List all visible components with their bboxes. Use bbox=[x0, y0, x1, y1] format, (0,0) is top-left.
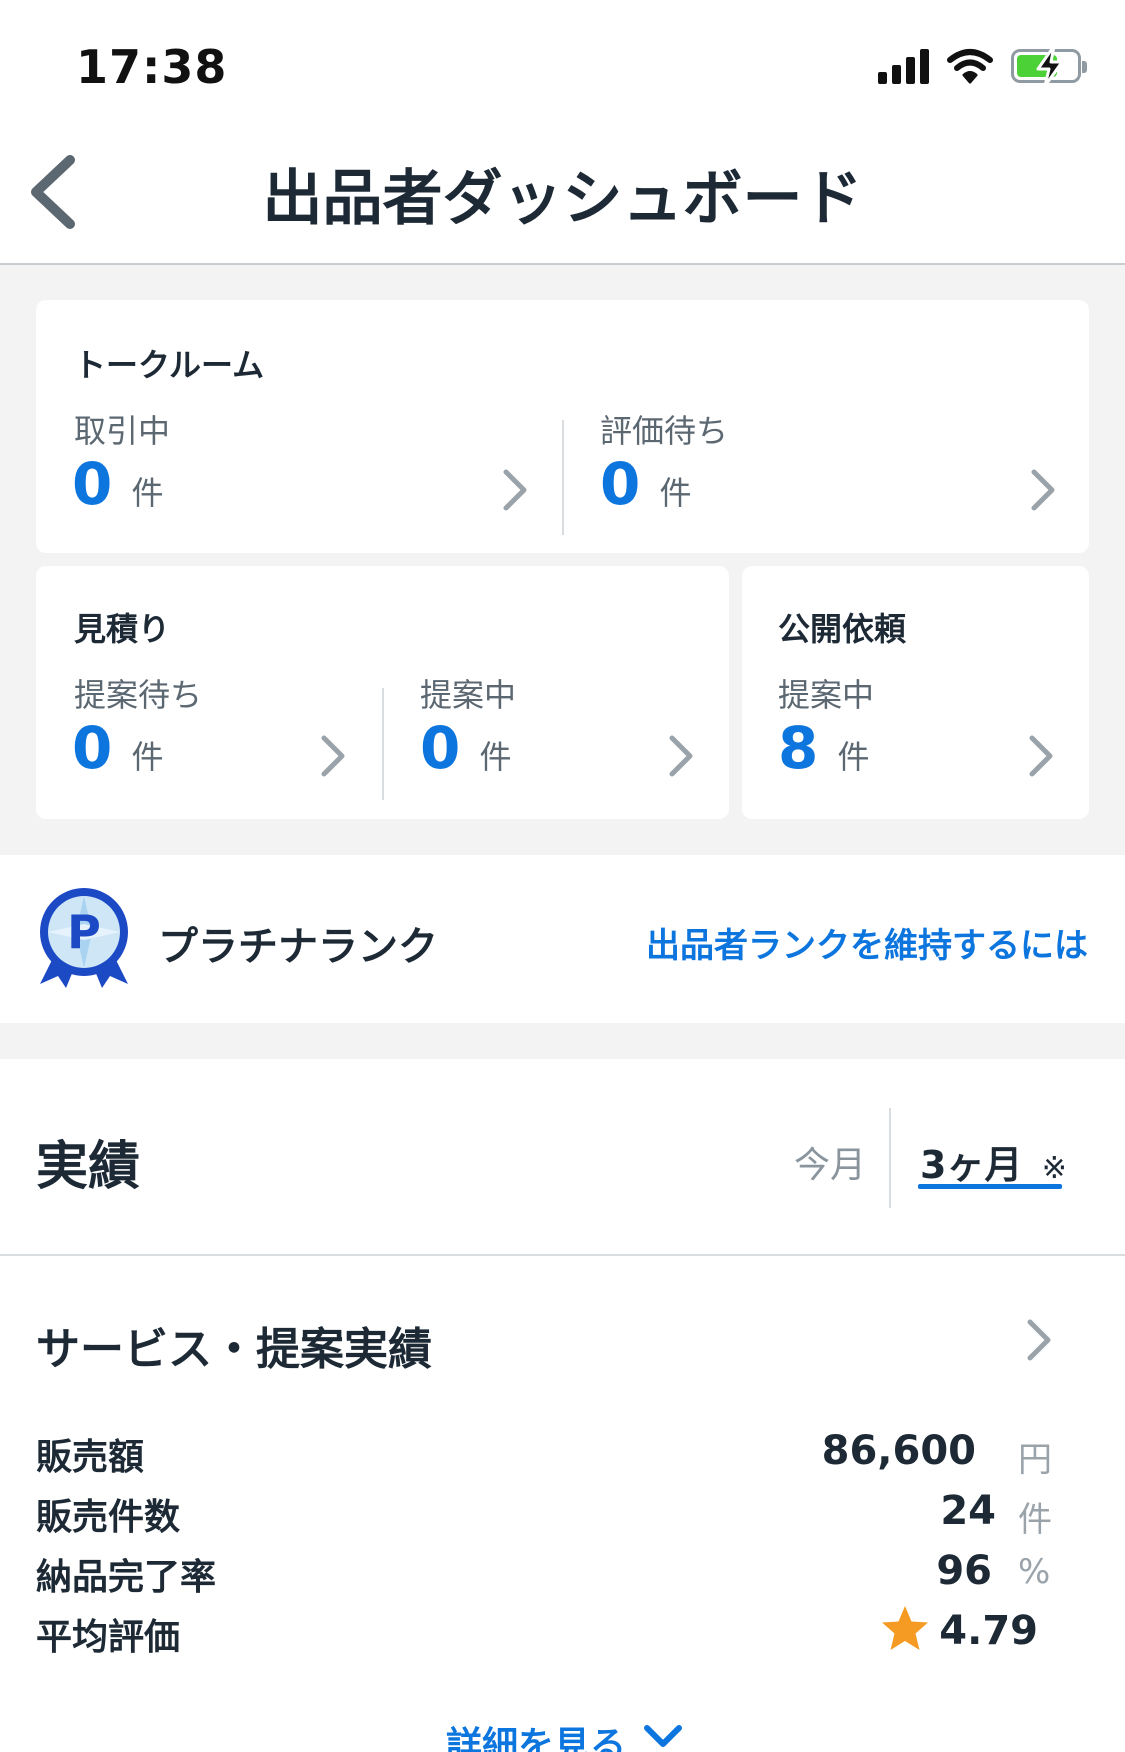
stat-sales-count-unit: 件 bbox=[1018, 1500, 1052, 1540]
talkroom-in-progress-link[interactable]: 取引中 0 件 bbox=[36, 400, 562, 550]
chevron-right-icon bbox=[1031, 469, 1055, 511]
estimate-awaiting-proposal-count: 0 件 bbox=[72, 714, 163, 782]
show-details-link[interactable]: 詳細を見る bbox=[446, 1716, 626, 1752]
count-unit: 件 bbox=[837, 738, 870, 776]
talkroom-title: トークルーム bbox=[74, 346, 265, 384]
talkroom-awaiting-review-link[interactable]: 評価待ち 0 件 bbox=[564, 400, 1089, 550]
count-number: 0 bbox=[600, 450, 641, 518]
public-request-title: 公開依頼 bbox=[778, 610, 907, 648]
count-unit: 件 bbox=[131, 474, 164, 512]
count-number: 0 bbox=[72, 450, 113, 518]
tab-three-months-note-mark: ※ bbox=[1041, 1151, 1067, 1186]
estimate-title: 見積り bbox=[74, 610, 171, 648]
status-time: 17:38 bbox=[76, 40, 228, 94]
platinum-rank-badge-icon: P bbox=[40, 888, 128, 988]
talkroom-awaiting-review-label: 評価待ち bbox=[600, 412, 729, 450]
estimate-proposing-link[interactable]: 提案中 0 件 bbox=[384, 666, 729, 816]
talkroom-in-progress-label: 取引中 bbox=[74, 412, 171, 450]
talkroom-awaiting-review-count: 0 件 bbox=[600, 450, 691, 518]
chevron-right-icon bbox=[503, 469, 527, 511]
results-divider bbox=[0, 1254, 1125, 1256]
rank-label: プラチナランク bbox=[158, 924, 438, 970]
stat-average-rating-value: 4.79 bbox=[939, 1608, 1038, 1654]
estimate-awaiting-proposal-link[interactable]: 提案待ち 0 件 bbox=[36, 666, 382, 816]
page-title: 出品者ダッシュボード bbox=[262, 164, 863, 234]
results-title: 実績 bbox=[36, 1137, 141, 1197]
stat-sales-count-value: 24 bbox=[940, 1488, 996, 1534]
chevron-right-icon bbox=[321, 735, 345, 777]
tab-divider bbox=[889, 1108, 891, 1208]
tab-this-month[interactable]: 今月 bbox=[794, 1136, 866, 1188]
wifi-icon bbox=[947, 49, 993, 84]
count-unit: 件 bbox=[479, 738, 512, 776]
status-icons bbox=[878, 44, 1087, 88]
count-unit: 件 bbox=[131, 738, 164, 776]
svg-text:P: P bbox=[67, 905, 101, 959]
estimate-awaiting-proposal-label: 提案待ち bbox=[74, 676, 203, 714]
service-results-title: サービス・提案実績 bbox=[36, 1324, 432, 1375]
count-number: 0 bbox=[72, 714, 113, 782]
public-request-proposing-label: 提案中 bbox=[778, 676, 875, 714]
rank-maintain-link[interactable]: 出品者ランクを維持するには bbox=[646, 918, 1088, 967]
stat-sales-amount-value: 86,600 bbox=[821, 1428, 976, 1474]
tab-three-months[interactable]: 3ヶ月 ※ bbox=[920, 1134, 1067, 1189]
public-request-proposing-count: 8 件 bbox=[778, 714, 869, 782]
stat-completion-rate-value: 96 bbox=[936, 1548, 992, 1594]
stat-sales-count-label: 販売件数 bbox=[36, 1497, 181, 1538]
chevron-right-icon bbox=[1029, 735, 1053, 777]
estimate-proposing-count: 0 件 bbox=[420, 714, 511, 782]
battery-charging-icon bbox=[1011, 44, 1087, 88]
chevron-right-icon[interactable] bbox=[1026, 1318, 1052, 1362]
stat-completion-rate-label: 納品完了率 bbox=[36, 1557, 217, 1598]
section-gap bbox=[0, 1023, 1125, 1059]
stat-sales-amount-label: 販売額 bbox=[36, 1437, 145, 1478]
tab-three-months-label: 3ヶ月 bbox=[920, 1143, 1023, 1187]
chevron-right-icon bbox=[669, 735, 693, 777]
stat-average-rating-label: 平均評価 bbox=[36, 1617, 181, 1658]
count-number: 8 bbox=[778, 714, 819, 782]
count-unit: 件 bbox=[659, 474, 692, 512]
public-request-proposing-link[interactable]: 提案中 8 件 bbox=[742, 666, 1089, 816]
stat-completion-rate-unit: % bbox=[1018, 1552, 1051, 1592]
star-icon bbox=[882, 1606, 928, 1650]
count-number: 0 bbox=[420, 714, 461, 782]
talkroom-in-progress-count: 0 件 bbox=[72, 450, 163, 518]
estimate-proposing-label: 提案中 bbox=[420, 676, 517, 714]
active-tab-indicator bbox=[918, 1184, 1062, 1189]
chevron-down-icon[interactable] bbox=[643, 1722, 683, 1752]
cellular-signal-icon bbox=[878, 48, 929, 84]
stat-sales-amount-unit: 円 bbox=[1018, 1440, 1052, 1480]
